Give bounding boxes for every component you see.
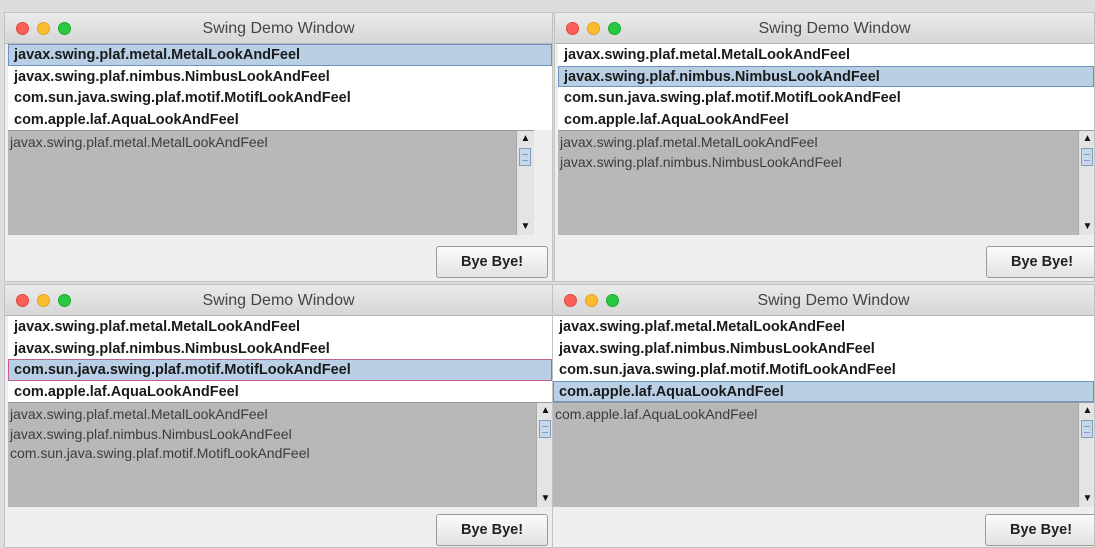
vertical-scrollbar[interactable]: ▲ ▼: [516, 131, 534, 235]
list-item[interactable]: com.apple.laf.AquaLookAndFeel: [8, 109, 552, 131]
window-title: Swing Demo Window: [757, 292, 910, 309]
selection-log-text-area[interactable]: javax.swing.plaf.metal.MetalLookAndFeel …: [558, 130, 1094, 235]
window-title: Swing Demo Window: [202, 292, 355, 309]
title-bar[interactable]: Swing Demo Window: [555, 13, 1094, 44]
text-area-line: javax.swing.plaf.nimbus.NimbusLookAndFee…: [10, 425, 292, 442]
look-and-feel-list[interactable]: javax.swing.plaf.metal.MetalLookAndFeel …: [8, 316, 552, 402]
look-and-feel-list[interactable]: javax.swing.plaf.metal.MetalLookAndFeel …: [558, 44, 1094, 130]
list-item[interactable]: com.apple.laf.AquaLookAndFeel: [8, 381, 552, 403]
text-area-line: javax.swing.plaf.metal.MetalLookAndFeel: [10, 406, 268, 422]
list-item[interactable]: com.apple.laf.AquaLookAndFeel: [553, 380, 1094, 402]
list-item[interactable]: com.sun.java.swing.plaf.motif.MotifLookA…: [558, 87, 1094, 109]
title-bar[interactable]: Swing Demo Window: [5, 285, 552, 316]
list-item[interactable]: com.sun.java.swing.plaf.motif.MotifLookA…: [553, 359, 1094, 381]
swing-demo-window-metal: Swing Demo Window javax.swing.plaf.metal…: [4, 12, 553, 282]
vertical-scrollbar[interactable]: ▲ ▼: [1078, 131, 1094, 235]
look-and-feel-list[interactable]: javax.swing.plaf.metal.MetalLookAndFeel …: [8, 44, 552, 130]
list-item[interactable]: javax.swing.plaf.metal.MetalLookAndFeel: [558, 44, 1094, 66]
selection-log-text-area[interactable]: javax.swing.plaf.metal.MetalLookAndFeel …: [8, 402, 552, 507]
arrow-down-icon[interactable]: ▼: [517, 219, 534, 235]
list-item[interactable]: javax.swing.plaf.nimbus.NimbusLookAndFee…: [8, 338, 552, 360]
list-item[interactable]: javax.swing.plaf.metal.MetalLookAndFeel: [553, 316, 1094, 338]
arrow-down-icon[interactable]: ▼: [1079, 491, 1094, 507]
arrow-down-icon[interactable]: ▼: [1079, 219, 1094, 235]
list-item[interactable]: javax.swing.plaf.nimbus.NimbusLookAndFee…: [8, 66, 552, 88]
list-item[interactable]: javax.swing.plaf.nimbus.NimbusLookAndFee…: [558, 65, 1094, 87]
text-area-line: com.apple.laf.AquaLookAndFeel: [555, 406, 758, 422]
title-bar[interactable]: Swing Demo Window: [5, 13, 552, 44]
swing-demo-window-aqua: Swing Demo Window javax.swing.plaf.metal…: [552, 284, 1095, 548]
selection-log-text-area[interactable]: com.apple.laf.AquaLookAndFeel ▲ ▼: [553, 402, 1094, 507]
vertical-scrollbar[interactable]: ▲ ▼: [1078, 403, 1094, 507]
list-item[interactable]: com.apple.laf.AquaLookAndFeel: [558, 109, 1094, 131]
swing-demo-window-motif: Swing Demo Window javax.swing.plaf.metal…: [4, 284, 553, 548]
list-item[interactable]: com.sun.java.swing.plaf.motif.MotifLookA…: [8, 87, 552, 109]
list-item[interactable]: com.sun.java.swing.plaf.motif.MotifLookA…: [8, 359, 552, 381]
text-area-line: com.sun.java.swing.plaf.motif.MotifLookA…: [10, 445, 310, 461]
bye-bye-button[interactable]: Bye Bye!: [436, 514, 548, 546]
list-item[interactable]: javax.swing.plaf.metal.MetalLookAndFeel: [8, 316, 552, 338]
scroll-thumb[interactable]: [539, 420, 551, 438]
window-title: Swing Demo Window: [202, 20, 355, 37]
scroll-thumb[interactable]: [519, 148, 531, 166]
list-item[interactable]: javax.swing.plaf.metal.MetalLookAndFeel: [8, 44, 552, 66]
title-bar[interactable]: Swing Demo Window: [553, 285, 1094, 316]
text-area-line: javax.swing.plaf.metal.MetalLookAndFeel: [560, 134, 818, 150]
look-and-feel-list[interactable]: javax.swing.plaf.metal.MetalLookAndFeel …: [553, 316, 1094, 402]
text-area-line: javax.swing.plaf.nimbus.NimbusLookAndFee…: [560, 153, 842, 170]
arrow-up-icon[interactable]: ▲: [1079, 131, 1094, 147]
arrow-up-icon[interactable]: ▲: [517, 131, 534, 147]
arrow-down-icon[interactable]: ▼: [537, 491, 552, 507]
window-title: Swing Demo Window: [758, 20, 911, 37]
swing-demo-window-nimbus: Swing Demo Window javax.swing.plaf.metal…: [554, 12, 1095, 282]
selection-log-text-area[interactable]: javax.swing.plaf.metal.MetalLookAndFeel …: [8, 130, 534, 235]
scroll-thumb[interactable]: [1081, 148, 1093, 166]
vertical-scrollbar[interactable]: ▲ ▼: [536, 403, 552, 507]
bye-bye-button[interactable]: Bye Bye!: [985, 514, 1094, 546]
arrow-up-icon[interactable]: ▲: [537, 403, 552, 419]
bye-bye-button[interactable]: Bye Bye!: [986, 246, 1094, 278]
list-item[interactable]: javax.swing.plaf.nimbus.NimbusLookAndFee…: [553, 338, 1094, 360]
arrow-up-icon[interactable]: ▲: [1079, 403, 1094, 419]
text-area-line: javax.swing.plaf.metal.MetalLookAndFeel: [10, 134, 268, 150]
bye-bye-button[interactable]: Bye Bye!: [436, 246, 548, 278]
scroll-thumb[interactable]: [1081, 420, 1093, 438]
